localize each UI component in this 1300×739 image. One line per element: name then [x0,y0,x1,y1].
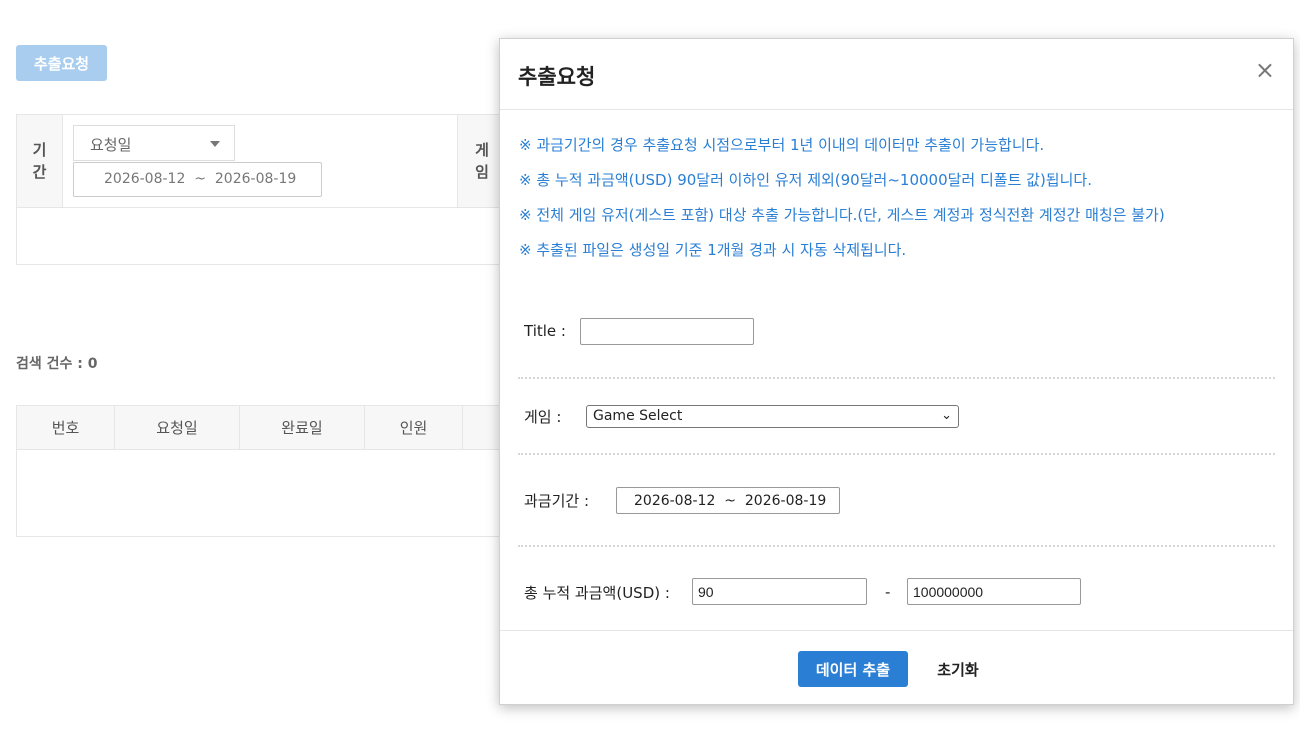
extract-request-modal: 추출요청 × ※ 과금기간의 경우 추출요청 시점으로부터 1년 이내의 데이터… [499,38,1294,705]
column-header: 인원 [365,406,463,449]
reset-button[interactable]: 초기화 [923,651,993,687]
divider [518,453,1275,455]
total-amount-label: 총 누적 과금액(USD) : [524,584,670,602]
period-type-select[interactable]: 요청일 [73,125,235,161]
column-header: 완료일 [240,406,365,449]
caret-down-icon [210,141,220,147]
chevron-down-icon: ⌄ [941,408,952,423]
extract-request-button[interactable]: 추출요청 [16,45,107,81]
search-filter: 기간 요청일 2026-08-12 ~ 2026-08-19 게임 [16,114,517,265]
result-table: 번호 요청일 완료일 인원 [16,405,516,537]
notice-item: ※ 총 누적 과금액(USD) 90달러 이하인 유저 제외(90달러~1000… [519,171,1092,189]
close-icon[interactable]: × [1255,56,1275,84]
amount-min-input[interactable] [692,578,867,605]
notice-item: ※ 추출된 파일은 생성일 기준 1개월 경과 시 자동 삭제됩니다. [519,241,907,259]
period-range-input[interactable]: 2026-08-12 ~ 2026-08-19 [73,162,322,197]
filter-row: 기간 요청일 2026-08-12 ~ 2026-08-19 게임 [17,115,517,208]
notice-item: ※ 전체 게임 유저(게스트 포함) 대상 추출 가능합니다.(단, 게스트 계… [519,206,1165,224]
modal-title: 추출요청 [518,65,596,89]
billing-period-label: 과금기간 : [524,492,590,510]
divider [518,377,1275,379]
amount-max-input[interactable] [907,578,1081,605]
table-header: 번호 요청일 완료일 인원 [17,406,515,450]
notice-list: ※ 과금기간의 경우 추출요청 시점으로부터 1년 이내의 데이터만 추출이 가… [519,135,1165,275]
game-label: 게임 : [524,408,562,426]
range-dash: - [885,583,891,601]
modal-footer: 데이터 추출 초기화 [500,630,1293,705]
result-count: 검색 건수 : 0 [16,356,98,372]
notice-item: ※ 과금기간의 경우 추출요청 시점으로부터 1년 이내의 데이터만 추출이 가… [519,136,1045,154]
period-header: 기간 [17,115,63,207]
game-select[interactable]: Game Select ⌄ [586,405,959,428]
column-header: 요청일 [115,406,240,449]
modal-header: 추출요청 × [500,39,1293,110]
title-label: Title : [524,322,566,340]
extract-data-button[interactable]: 데이터 추출 [798,651,908,687]
divider [518,545,1275,547]
period-type-value: 요청일 [90,136,132,154]
game-select-value: Game Select [593,408,683,424]
billing-period-input[interactable]: 2026-08-12 ~ 2026-08-19 [616,487,840,514]
column-header: 번호 [17,406,115,449]
title-input[interactable] [580,318,754,345]
